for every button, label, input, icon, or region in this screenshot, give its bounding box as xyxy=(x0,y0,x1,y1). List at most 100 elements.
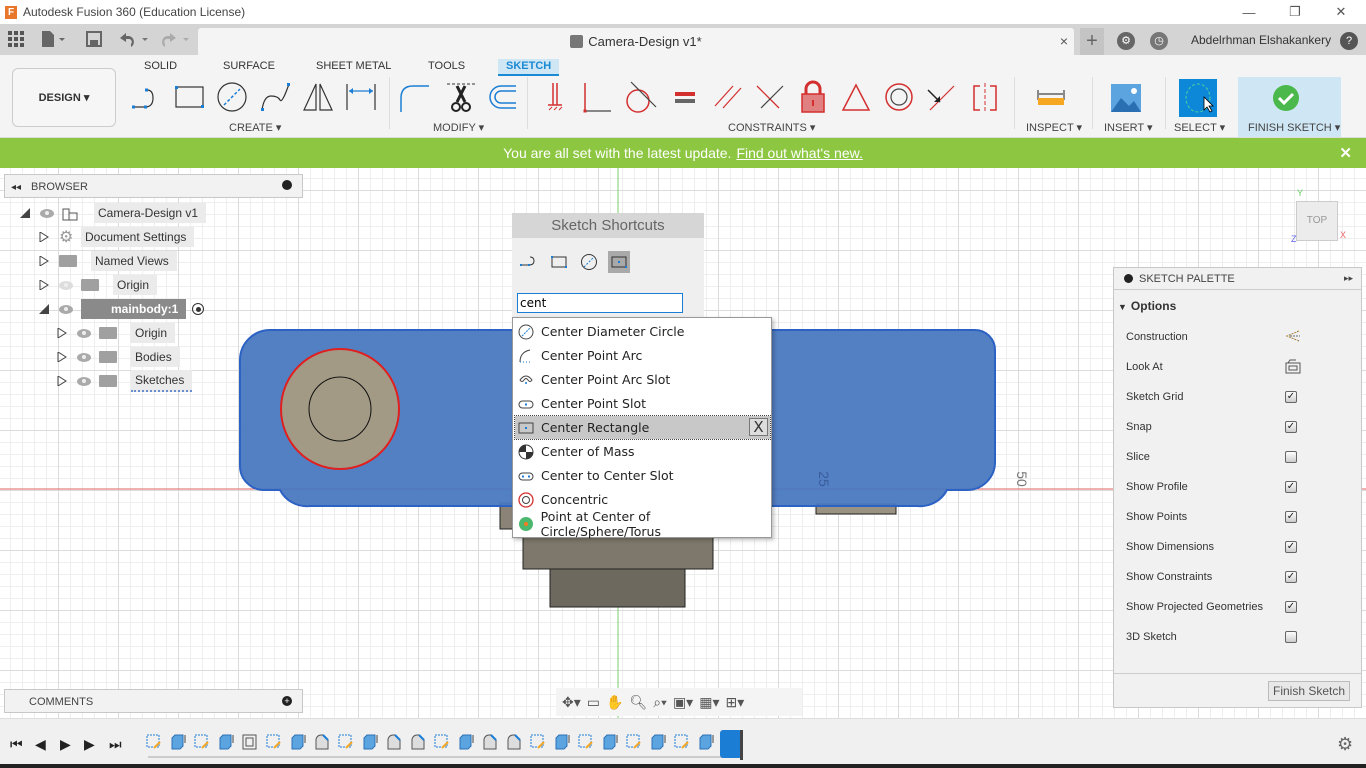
timeline-fillet-icon[interactable] xyxy=(482,734,498,750)
tree-item-origin[interactable]: Origin xyxy=(39,274,158,296)
measure-ruler-icon[interactable] xyxy=(1034,80,1068,114)
timeline-extrude-icon[interactable] xyxy=(290,734,306,750)
remove-shortcut-button[interactable]: X xyxy=(749,418,768,436)
triangle-constraint-icon[interactable] xyxy=(839,80,873,114)
timeline-extrude-icon[interactable] xyxy=(650,734,666,750)
pan-hand-icon[interactable]: ✋ xyxy=(606,692,623,712)
result-center-diameter-circle[interactable]: Center Diameter Circle xyxy=(515,320,770,343)
go-to-start-button[interactable]: ⏮ xyxy=(10,736,23,753)
tree-item-sketches[interactable]: Sketches xyxy=(57,370,193,392)
3d-sketch-checkbox[interactable] xyxy=(1285,631,1297,643)
save-icon[interactable] xyxy=(86,31,102,47)
timeline-extrude-icon[interactable] xyxy=(554,734,570,750)
timeline-fillet-icon[interactable] xyxy=(506,734,522,750)
timeline-extrude-icon[interactable] xyxy=(458,734,474,750)
offset-tool-icon[interactable] xyxy=(485,80,519,114)
fit-zoom-icon[interactable]: ⌕▾ xyxy=(653,692,667,712)
timeline-extrude-icon[interactable] xyxy=(602,734,618,750)
parallel-constraint-icon[interactable] xyxy=(711,80,745,114)
extensions-icon[interactable]: ⚙ xyxy=(1117,32,1135,50)
whats-new-link[interactable]: Find out what's new. xyxy=(736,145,862,161)
tree-item-origin-sub[interactable]: Origin xyxy=(57,322,176,344)
timeline-sketch-icon[interactable] xyxy=(578,734,594,750)
show-dimensions-checkbox[interactable]: ✓ xyxy=(1285,541,1297,553)
perpendicular-constraint-icon[interactable] xyxy=(580,80,614,114)
timeline-sketch-icon[interactable] xyxy=(626,734,642,750)
minimize-button[interactable]: — xyxy=(1226,0,1272,24)
spline-tool-icon[interactable] xyxy=(258,80,292,114)
user-name[interactable]: Abdelrhman Elshakankery xyxy=(1191,33,1331,47)
options-section-toggle[interactable]: ▼ Options xyxy=(1118,299,1176,313)
timeline-extrude-icon[interactable] xyxy=(170,734,186,750)
fillet-tool-icon[interactable] xyxy=(398,80,432,114)
timeline-extrude-icon[interactable] xyxy=(218,734,234,750)
insert-menu[interactable]: INSERT ▾ xyxy=(1104,121,1153,134)
timeline-sketch-icon[interactable] xyxy=(434,734,450,750)
go-to-end-button[interactable]: ⏭ xyxy=(109,736,122,753)
apps-grid-icon[interactable] xyxy=(8,31,24,47)
play-button[interactable]: ▶ xyxy=(60,736,71,753)
tab-sketch[interactable]: SKETCH xyxy=(498,59,560,76)
shortcut-search-input[interactable] xyxy=(517,293,683,313)
tree-item-mainbody[interactable]: mainbody:1 xyxy=(39,298,205,320)
shortcut-center-rectangle-icon[interactable] xyxy=(608,251,630,273)
finish-check-icon[interactable] xyxy=(1269,81,1303,115)
slice-checkbox[interactable] xyxy=(1285,451,1297,463)
redo-button[interactable] xyxy=(160,31,194,47)
shortcut-line-icon[interactable] xyxy=(518,251,540,273)
visibility-eye-icon[interactable] xyxy=(77,376,91,386)
option-snap[interactable]: Snap ✓ xyxy=(1126,418,1356,436)
timeline-sketch-icon[interactable] xyxy=(266,734,282,750)
option-show-profile[interactable]: Show Profile ✓ xyxy=(1126,478,1356,496)
midpoint-constraint-icon[interactable] xyxy=(924,80,958,114)
workspace-switcher[interactable]: DESIGN ▾ xyxy=(12,68,116,127)
timeline-sketch-icon[interactable] xyxy=(146,734,162,750)
modify-menu[interactable]: MODIFY ▾ xyxy=(433,121,484,134)
expand-palette-icon[interactable]: ▸▸ xyxy=(1344,273,1353,284)
equal-constraint-icon[interactable] xyxy=(668,80,702,114)
option-show-projected[interactable]: Show Projected Geometries ✓ xyxy=(1126,598,1356,616)
line-tool-icon[interactable] xyxy=(130,80,164,114)
shortcut-circle-icon[interactable] xyxy=(578,251,600,273)
display-settings-icon[interactable]: ▣▾ xyxy=(673,692,693,712)
collinear-constraint-icon[interactable] xyxy=(753,80,787,114)
add-comment-icon[interactable]: + xyxy=(282,696,292,706)
look-at-icon[interactable] xyxy=(1285,358,1301,377)
look-at-nav-icon[interactable]: ▭ xyxy=(587,692,600,712)
timeline-settings-gear-icon[interactable]: ⚙ xyxy=(1337,734,1353,755)
tab-tools[interactable]: TOOLS xyxy=(420,59,473,76)
tree-item-document-settings[interactable]: ⚙ Document Settings xyxy=(39,226,195,248)
hidden-eye-icon[interactable] xyxy=(59,280,73,290)
dimension-tool-icon[interactable] xyxy=(344,80,378,114)
result-center-to-center-slot[interactable]: Center to Center Slot xyxy=(515,464,770,487)
zoom-icon[interactable]: 🔍︎ xyxy=(629,692,647,712)
timeline-sketch-icon[interactable] xyxy=(674,734,690,750)
grid-settings-icon[interactable]: ▦▾ xyxy=(699,692,719,712)
option-construction[interactable]: Construction xyxy=(1126,328,1356,346)
tab-surface[interactable]: SURFACE xyxy=(215,59,283,76)
circle-tool-icon[interactable] xyxy=(215,80,249,114)
tab-solid[interactable]: SOLID xyxy=(136,59,185,76)
result-point-at-center[interactable]: Point at Center of Circle/Sphere/Torus xyxy=(515,509,770,539)
option-look-at[interactable]: Look At xyxy=(1126,358,1356,376)
browser-pin-icon[interactable] xyxy=(282,180,292,190)
step-forward-button[interactable]: ▶ xyxy=(84,736,95,753)
result-center-rectangle[interactable]: Center Rectangle X xyxy=(514,415,771,440)
option-slice[interactable]: Slice xyxy=(1126,448,1356,466)
show-constraints-checkbox[interactable]: ✓ xyxy=(1285,571,1297,583)
finish-sketch-palette-button[interactable]: Finish Sketch xyxy=(1268,681,1350,701)
show-profile-checkbox[interactable]: ✓ xyxy=(1285,481,1297,493)
result-center-point-arc-slot[interactable]: Center Point Arc Slot xyxy=(515,368,770,391)
result-center-of-mass[interactable]: Center of Mass xyxy=(515,440,770,463)
activate-radio-icon[interactable] xyxy=(192,303,205,315)
result-center-point-arc[interactable]: Center Point Arc xyxy=(515,344,770,367)
option-sketch-grid[interactable]: Sketch Grid ✓ xyxy=(1126,388,1356,406)
show-projected-checkbox[interactable]: ✓ xyxy=(1285,601,1297,613)
inspect-menu[interactable]: INSPECT ▾ xyxy=(1026,121,1082,134)
timeline-shell-icon[interactable] xyxy=(242,734,258,750)
new-tab-button[interactable]: + xyxy=(1080,28,1104,55)
result-center-point-slot[interactable]: Center Point Slot xyxy=(515,392,770,415)
symmetry-constraint-icon[interactable] xyxy=(968,80,1002,114)
option-3d-sketch[interactable]: 3D Sketch xyxy=(1126,628,1356,646)
tree-item-bodies[interactable]: Bodies xyxy=(57,346,180,368)
